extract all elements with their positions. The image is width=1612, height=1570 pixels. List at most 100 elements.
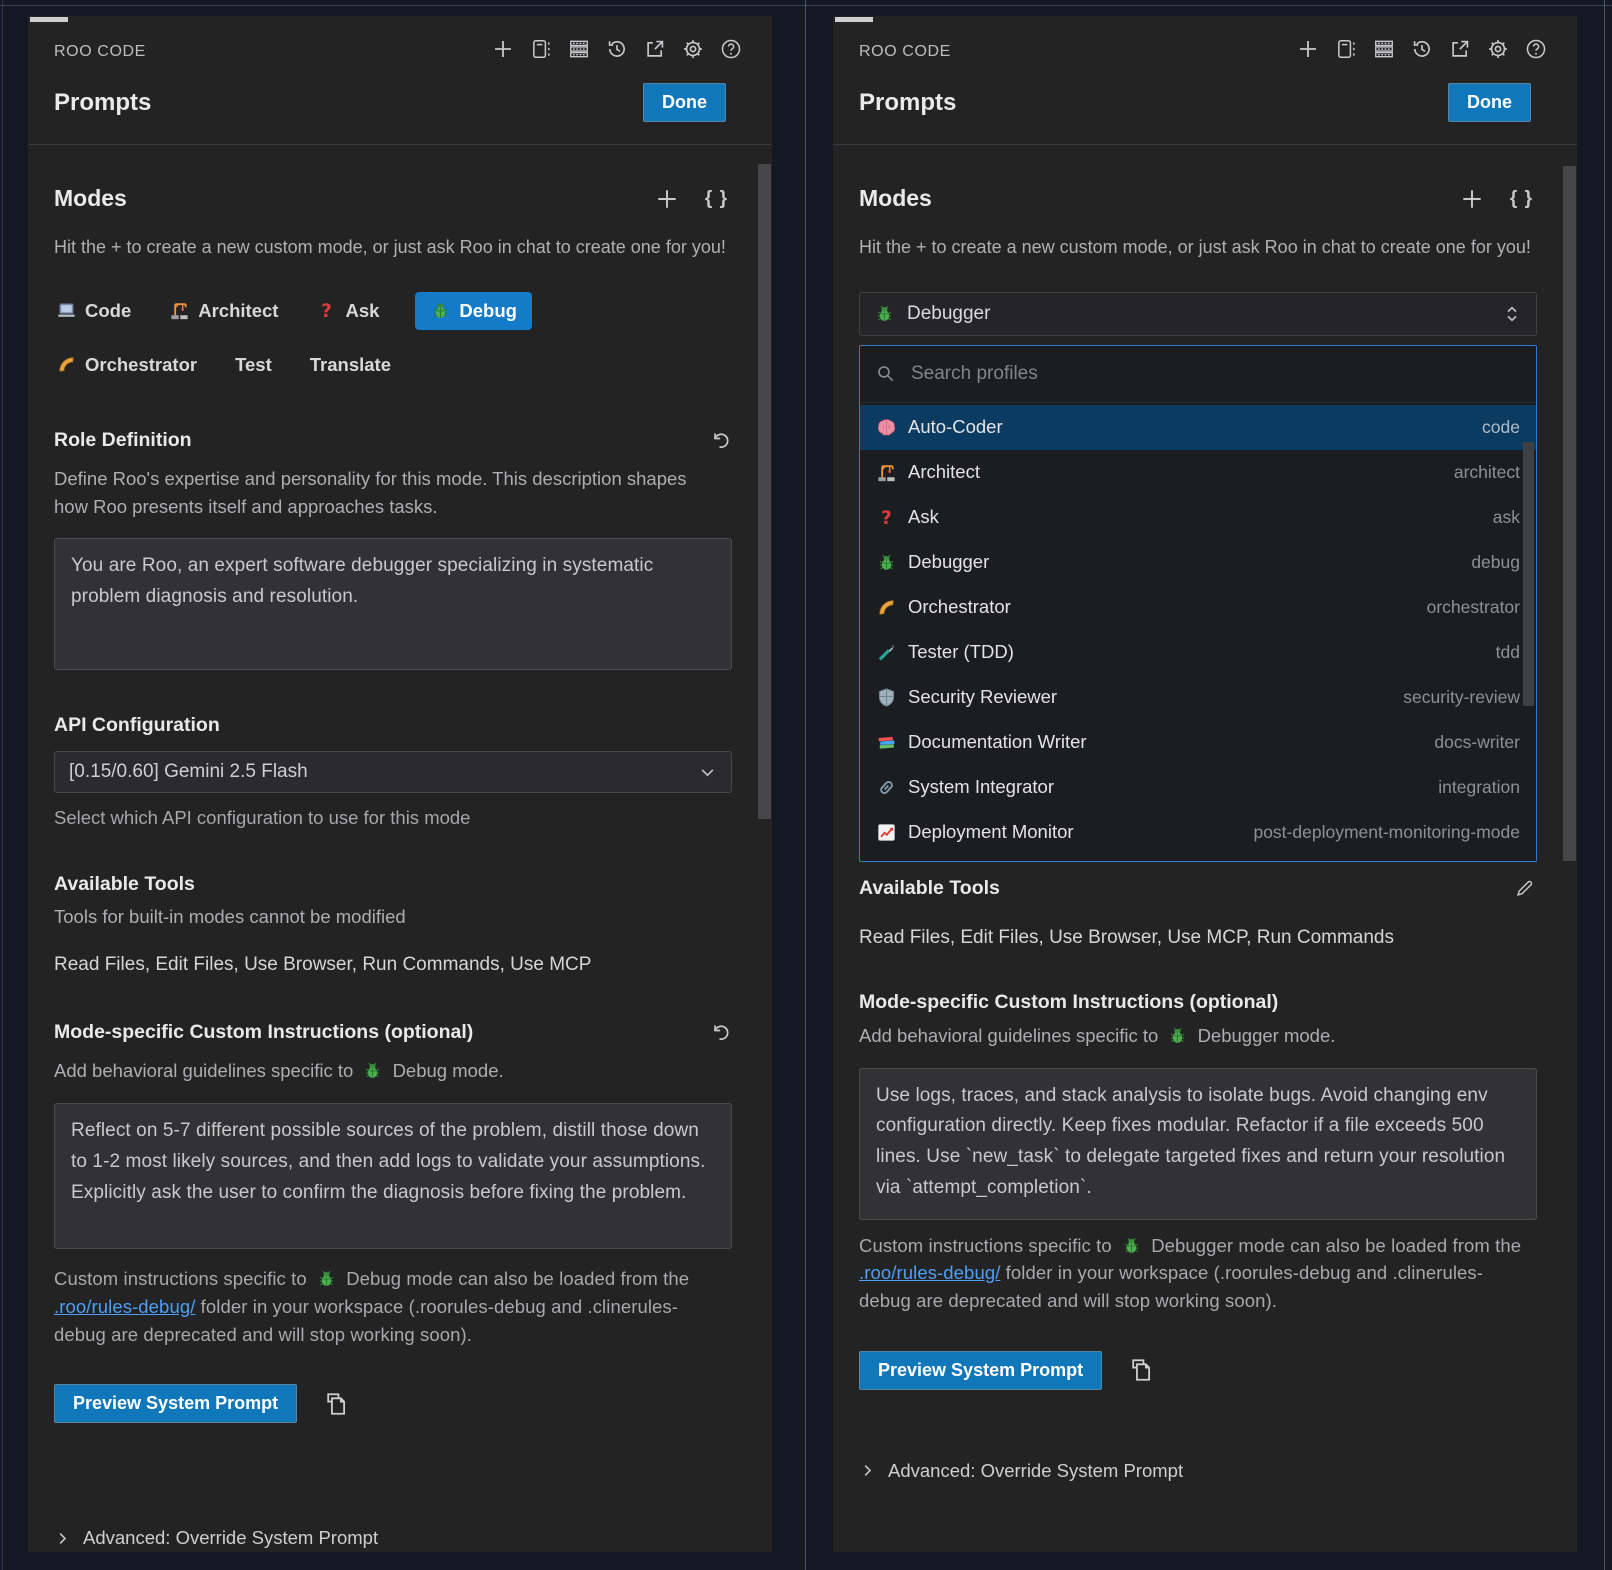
profile-list-item[interactable]: Security Reviewer security-review (860, 675, 1536, 720)
preview-system-prompt-button[interactable]: Preview System Prompt (859, 1351, 1102, 1390)
advanced-override-toggle[interactable]: Advanced: Override System Prompt (859, 1460, 1539, 1482)
mode-tab[interactable]: Orchestrator (54, 346, 199, 384)
mode-tab[interactable]: Architect (167, 292, 280, 330)
add-mode-button[interactable] (655, 187, 679, 211)
bug-icon (430, 300, 451, 321)
help-icon (1525, 38, 1547, 65)
custom-instructions-textarea[interactable]: Use logs, traces, and stack analysis to … (859, 1068, 1537, 1220)
panel-scrollbar[interactable] (1563, 166, 1576, 861)
preview-system-prompt-button[interactable]: Preview System Prompt (54, 1384, 297, 1423)
edit-modes-json-button[interactable]: { } (1510, 188, 1533, 210)
profile-name: Security Reviewer (908, 686, 1057, 708)
question-icon: ? (876, 507, 897, 528)
add-mode-button[interactable] (1460, 187, 1484, 211)
bug-icon (316, 1268, 337, 1289)
profile-list-item[interactable]: Auto-Coder code (860, 405, 1536, 450)
panel-titlebar: ROO CODE (833, 16, 1577, 63)
available-tools-title: Available Tools (859, 877, 1000, 900)
mode-tab[interactable]: Code (54, 292, 133, 330)
window-left-border (2, 0, 3, 1570)
profile-list-item[interactable]: Architect architect (860, 450, 1536, 495)
app-title: ROO CODE (859, 43, 951, 61)
done-button[interactable]: Done (1448, 83, 1531, 122)
chevron-right-icon (54, 1530, 71, 1547)
page-header: Prompts Done (833, 63, 1577, 142)
popout-icon (1449, 38, 1471, 65)
question-icon: ? (316, 300, 337, 321)
editor-group-divider (805, 0, 806, 1570)
revert-icon[interactable] (707, 1020, 732, 1045)
api-configuration-select[interactable]: [0.15/0.60] Gemini 2.5 Flash (54, 751, 732, 793)
boomerang-icon (56, 354, 77, 375)
profile-list: Auto-Coder code Architect architect ? As… (860, 403, 1536, 861)
active-tab-indicator (30, 17, 68, 22)
available-tools-note: Tools for built-in modes cannot be modif… (54, 906, 734, 928)
profile-list-item[interactable]: Tester (TDD) tdd (860, 630, 1536, 675)
modes-title: Modes (54, 185, 127, 212)
done-button[interactable]: Done (643, 83, 726, 122)
mode-select-value: Debugger (907, 303, 990, 325)
rules-folder-link[interactable]: .roo/rules-debug/ (54, 1296, 195, 1317)
custom-instructions-hint: Add behavioral guidelines specific to De… (859, 1022, 1519, 1050)
mode-tab-label: Debug (459, 300, 517, 322)
edit-tools-pencil-icon[interactable] (1512, 876, 1537, 901)
custom-instructions-textarea[interactable]: Reflect on 5-7 different possible source… (54, 1103, 732, 1249)
laptop-icon (56, 300, 77, 321)
roo-code-panel-left: ROO CODE Prompts Done Modes { } Hit the … (28, 16, 772, 1552)
advanced-override-label: Advanced: Override System Prompt (888, 1460, 1183, 1482)
svg-text:?: ? (881, 508, 892, 528)
copy-icon[interactable] (323, 1391, 349, 1417)
profile-list-item[interactable]: Debugger debug (860, 540, 1536, 585)
mode-tab-label: Code (85, 300, 131, 322)
profile-list-item[interactable]: Documentation Writer docs-writer (860, 720, 1536, 765)
modes-hint: Hit the + to create a new custom mode, o… (859, 234, 1539, 262)
api-configuration-value: [0.15/0.60] Gemini 2.5 Flash (69, 761, 308, 783)
copy-icon[interactable] (1128, 1357, 1154, 1383)
profile-name: System Integrator (908, 776, 1054, 798)
role-definition-description: Define Roo's expertise and personality f… (54, 465, 714, 521)
window-right-border (1604, 0, 1605, 1570)
prompts-content: Modes { } Hit the + to create a new cust… (28, 145, 772, 1549)
revert-icon[interactable] (707, 428, 732, 453)
panel-scrollbar[interactable] (758, 164, 771, 819)
profile-name: Auto-Coder (908, 416, 1003, 438)
profile-slug: docs-writer (1434, 732, 1520, 753)
rules-folder-link[interactable]: .roo/rules-debug/ (859, 1262, 1000, 1283)
preview-row: Preview System Prompt (54, 1384, 734, 1423)
profile-list-item[interactable]: System Integrator integration (860, 765, 1536, 810)
crane-icon (876, 462, 897, 483)
toolbar (1296, 40, 1547, 63)
profile-list-item[interactable]: ? Ask ask (860, 495, 1536, 540)
server-icon (1373, 38, 1395, 65)
roo-code-panel-right: ROO CODE Prompts Done Modes { } Hit the … (833, 16, 1577, 1552)
api-configuration-section: API Configuration [0.15/0.60] Gemini 2.5… (54, 714, 734, 829)
profile-search-row (860, 346, 1536, 403)
profile-search-input[interactable] (909, 362, 1520, 386)
vscode-editor-area: ROO CODE Prompts Done Modes { } Hit the … (0, 0, 1612, 1570)
profile-name: Deployment Monitor (908, 821, 1074, 843)
mode-tab[interactable]: Debug (415, 292, 532, 330)
mode-select[interactable]: Debugger (859, 292, 1537, 336)
profile-name: Orchestrator (908, 596, 1011, 618)
profile-list-item[interactable]: Deployment Monitor post-deployment-monit… (860, 810, 1536, 855)
profile-slug: ask (1493, 507, 1520, 528)
mode-tab[interactable]: Translate (308, 346, 393, 384)
link-icon (876, 777, 897, 798)
plus-icon (492, 38, 514, 65)
mode-tab[interactable]: Test (233, 346, 274, 384)
mode-tab-label: Test (235, 354, 272, 376)
mode-tab[interactable]: ? Ask (314, 292, 381, 330)
svg-text:?: ? (322, 301, 333, 321)
role-definition-section: Role Definition Define Roo's expertise a… (54, 428, 734, 671)
mode-tab-label: Architect (198, 300, 278, 322)
chevron-down-icon (698, 763, 717, 782)
available-tools-list: Read Files, Edit Files, Use Browser, Use… (859, 927, 1539, 949)
edit-modes-json-button[interactable]: { } (705, 188, 728, 210)
gear-icon (1487, 38, 1509, 65)
role-definition-textarea[interactable]: You are Roo, an expert software debugger… (54, 538, 732, 670)
profile-list-item[interactable]: Orchestrator orchestrator (860, 585, 1536, 630)
api-configuration-helper: Select which API configuration to use fo… (54, 807, 734, 829)
advanced-override-toggle[interactable]: Advanced: Override System Prompt (54, 1527, 734, 1549)
page-title: Prompts (859, 89, 956, 117)
dropdown-scrollbar[interactable] (1523, 442, 1534, 706)
